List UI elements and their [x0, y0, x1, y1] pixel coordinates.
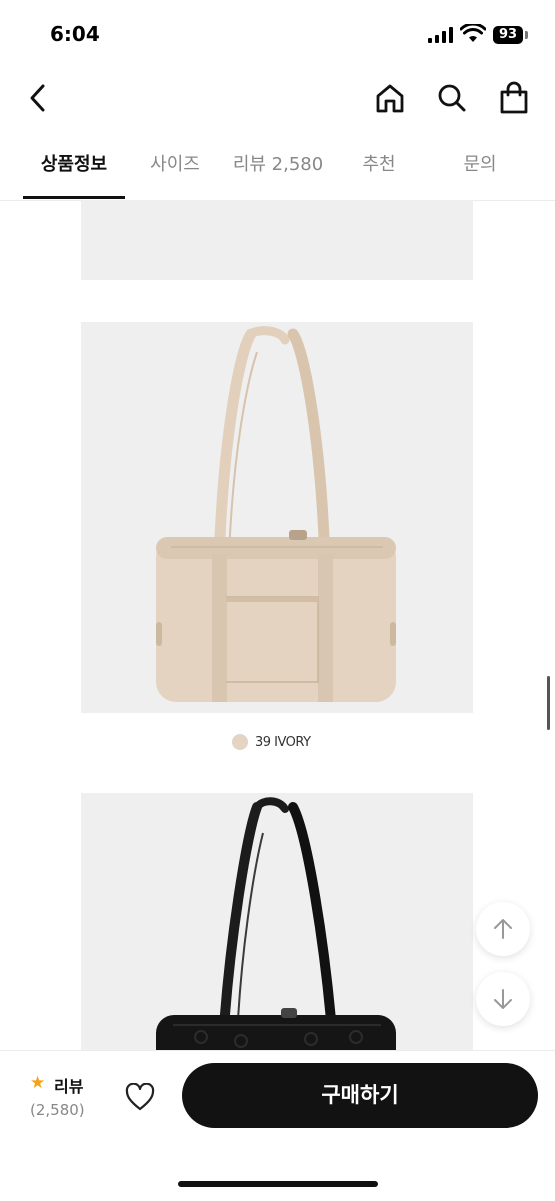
- arrow-up-icon: [494, 919, 512, 939]
- back-button[interactable]: [16, 70, 60, 126]
- black-shoulder-bag-image: [156, 797, 396, 1050]
- product-image-black: [81, 793, 473, 1050]
- tab-inquiry[interactable]: 문의: [440, 138, 520, 198]
- scroll-to-top-button[interactable]: [476, 902, 530, 956]
- star-icon: ★: [30, 1073, 46, 1093]
- product-detail-content: 39 IVORY: [0, 200, 555, 1050]
- status-time: 6:04: [50, 22, 100, 46]
- battery-tip: [525, 31, 528, 39]
- tab-size[interactable]: 사이즈: [130, 138, 220, 198]
- home-icon: [376, 84, 404, 113]
- color-option-label: 39 IVORY: [255, 734, 311, 750]
- buy-button[interactable]: 구매하기: [182, 1063, 538, 1128]
- arrow-down-icon: [494, 989, 512, 1009]
- cellular-signal-icon: [428, 27, 453, 43]
- review-summary-button[interactable]: ★ 리뷰 (2,580): [30, 1071, 100, 1121]
- color-option-caption: 39 IVORY: [232, 732, 311, 752]
- top-navigation: [0, 70, 555, 130]
- product-image-ivory: [81, 322, 473, 713]
- ivory-shoulder-bag-image: [156, 326, 396, 702]
- review-count: (2,580): [30, 1101, 85, 1119]
- chevron-left-icon: [30, 84, 45, 112]
- active-tab-indicator: [23, 196, 125, 199]
- tab-reviews[interactable]: 리뷰 2,580: [222, 138, 334, 198]
- home-button[interactable]: [368, 70, 412, 126]
- tab-recommended[interactable]: 추천: [340, 138, 418, 198]
- product-tab-bar: 상품정보 사이즈 리뷰 2,580 추천 문의: [0, 138, 555, 201]
- scroll-to-bottom-button[interactable]: [476, 972, 530, 1026]
- product-image-placeholder: [81, 200, 473, 280]
- search-icon: [438, 84, 466, 112]
- home-indicator: [178, 1181, 378, 1187]
- color-swatch-ivory: [232, 734, 248, 750]
- shopping-bag-icon: [500, 81, 528, 114]
- search-button[interactable]: [430, 70, 474, 126]
- wifi-icon: [460, 24, 486, 42]
- status-bar: 6:04 93: [0, 0, 555, 70]
- battery-indicator: 93: [493, 26, 523, 44]
- shopping-bag-button[interactable]: [492, 70, 536, 126]
- heart-icon: [125, 1083, 155, 1111]
- tab-product-info[interactable]: 상품정보: [23, 138, 125, 198]
- page-scrollbar[interactable]: [547, 676, 550, 730]
- review-label: 리뷰: [54, 1077, 84, 1096]
- wishlist-button[interactable]: [118, 1075, 162, 1119]
- purchase-bar: ★ 리뷰 (2,580) 구매하기: [0, 1050, 555, 1201]
